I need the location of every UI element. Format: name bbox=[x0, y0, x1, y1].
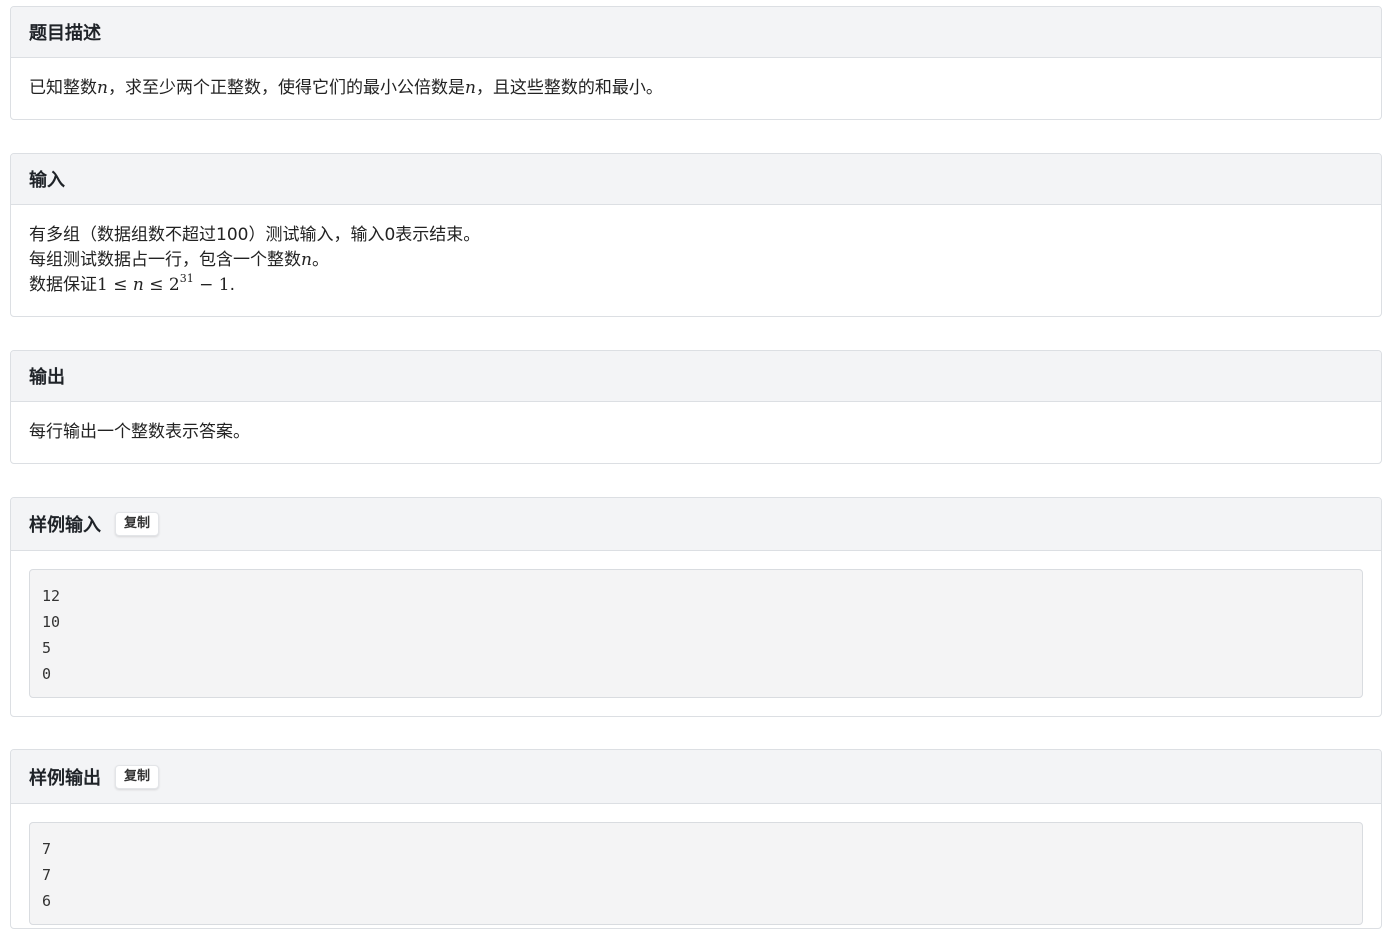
input-line-3-end: . bbox=[229, 275, 235, 295]
sample-output-title: 样例输出 bbox=[29, 767, 101, 789]
sample-input-line: 12 bbox=[42, 587, 61, 605]
input-line-3-text: 数据保证 bbox=[29, 275, 97, 295]
sample-output-line: 6 bbox=[42, 892, 52, 910]
sample-input-copy-button[interactable]: 复制 bbox=[115, 512, 160, 536]
output-title: 输出 bbox=[29, 367, 65, 388]
sample-input-code: 12 10 5 0 bbox=[29, 569, 1363, 698]
sample-input-header: 样例输入 复制 bbox=[11, 498, 1381, 551]
description-header: 题目描述 bbox=[11, 7, 1381, 58]
output-card: 输出 每行输出一个整数表示答案。 bbox=[10, 350, 1382, 464]
input-line-3-math-n: n bbox=[132, 275, 144, 295]
description-var-n: n bbox=[97, 78, 108, 98]
sample-input-line: 0 bbox=[42, 665, 52, 683]
sample-output-line: 7 bbox=[42, 840, 52, 858]
input-title: 输入 bbox=[29, 170, 65, 191]
sample-input-line: 10 bbox=[42, 613, 61, 631]
description-text-3: ，且这些整数的和最小。 bbox=[475, 78, 663, 98]
input-card: 输入 有多组（数据组数不超过100）测试输入，输入0表示结束。 每组测试数据占一… bbox=[10, 153, 1382, 317]
input-body: 有多组（数据组数不超过100）测试输入，输入0表示结束。 每组测试数据占一行，包… bbox=[11, 205, 1381, 314]
input-line-3-exponent: 31 bbox=[179, 272, 194, 285]
description-text-2: ，求至少两个正整数，使得它们的最小公倍数是 bbox=[107, 78, 465, 98]
description-text-1: 已知整数 bbox=[29, 78, 97, 98]
input-line-2-text: 每组测试数据占一行，包含一个整数 bbox=[29, 250, 301, 270]
description-var-n-2: n bbox=[464, 78, 476, 98]
input-line-3-math-c: − 1 bbox=[193, 275, 230, 295]
input-line-3: 数据保证1 ≤ n ≤ 231 − 1. bbox=[29, 273, 1363, 298]
sample-input-line: 5 bbox=[42, 639, 52, 657]
input-line-2-var: n bbox=[301, 250, 312, 270]
sample-output-card: 样例输出 复制 7 7 6 bbox=[10, 749, 1382, 929]
description-body: 已知整数n，求至少两个正整数，使得它们的最小公倍数是n，且这些整数的和最小。 bbox=[11, 58, 1381, 117]
input-line-3-math-a: 1 ≤ bbox=[97, 275, 133, 295]
input-header: 输入 bbox=[11, 154, 1381, 205]
sample-output-code: 7 7 6 bbox=[29, 822, 1363, 925]
sample-output-line: 7 bbox=[42, 866, 52, 884]
input-line-3-math-b: ≤ 2 bbox=[143, 275, 180, 295]
output-body: 每行输出一个整数表示答案。 bbox=[11, 402, 1381, 461]
sample-output-copy-button[interactable]: 复制 bbox=[115, 764, 160, 789]
description-title: 题目描述 bbox=[29, 23, 101, 44]
input-line-1: 有多组（数据组数不超过100）测试输入，输入0表示结束。 bbox=[29, 225, 481, 245]
input-line-2: 每组测试数据占一行，包含一个整数n。 bbox=[29, 248, 1363, 273]
output-header: 输出 bbox=[11, 351, 1381, 402]
sample-output-header: 样例输出 复制 bbox=[11, 750, 1381, 804]
output-text: 每行输出一个整数表示答案。 bbox=[29, 422, 250, 442]
sample-input-card: 样例输入 复制 12 10 5 0 bbox=[10, 497, 1382, 717]
description-card: 题目描述 已知整数n，求至少两个正整数，使得它们的最小公倍数是n，且这些整数的和… bbox=[10, 6, 1382, 120]
sample-input-title: 样例输入 bbox=[29, 515, 101, 536]
input-line-2-end: 。 bbox=[311, 250, 329, 270]
